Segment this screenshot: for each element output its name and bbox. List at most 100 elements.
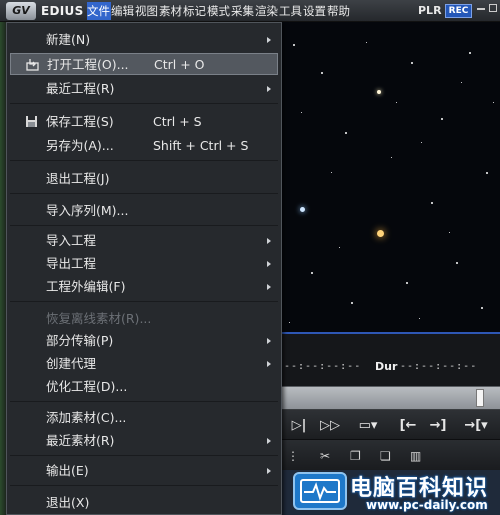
menu-item-save-as[interactable]: 另存为(A)... Shift + Ctrl + S: [10, 135, 278, 157]
rec-badge[interactable]: REC: [445, 4, 472, 18]
open-project-icon: [26, 59, 39, 71]
plr-label[interactable]: PLR: [418, 4, 442, 17]
menu-tools[interactable]: 工具: [279, 2, 303, 20]
menu-item-recent-projects[interactable]: 最近工程(R): [10, 78, 278, 100]
menu-view[interactable]: 视图: [135, 2, 159, 20]
star: [377, 230, 384, 237]
cut-icon[interactable]: ✂: [320, 449, 330, 463]
menu-item-partial-transfer[interactable]: 部分传输(P): [10, 330, 278, 352]
play-icon[interactable]: ▷|: [287, 415, 311, 437]
star: [449, 232, 450, 233]
menu-clip[interactable]: 素材: [159, 2, 183, 20]
menu-item-import-project[interactable]: 导入工程: [10, 230, 278, 252]
player-preview: [281, 22, 500, 334]
star: [431, 202, 433, 204]
submenu-arrow-icon: [267, 261, 271, 267]
menu-item-export[interactable]: 输出(E): [10, 460, 278, 482]
menu-item-label: 恢复离线素材(R)...: [46, 311, 152, 326]
star: [461, 82, 462, 83]
duration-label: Dur: [375, 360, 398, 373]
set-out-icon[interactable]: →]: [425, 415, 451, 437]
scrub-handle[interactable]: [476, 389, 484, 407]
tool-icon[interactable]: ▥: [410, 449, 421, 463]
scrub-bar[interactable]: [281, 386, 500, 410]
menu-item-label: 打开工程(O)...: [47, 57, 129, 72]
star: [339, 247, 340, 248]
star: [351, 302, 353, 304]
menu-item-label: 输出(E): [46, 463, 89, 478]
toolbar-grip-icon[interactable]: ⋮: [287, 449, 299, 463]
copy-icon[interactable]: ❐: [350, 449, 361, 463]
minimize-icon[interactable]: [477, 8, 485, 10]
menu-item-add-clip[interactable]: 添加素材(C)...: [10, 407, 278, 429]
menu-help[interactable]: 帮助: [327, 2, 351, 20]
menu-item-save-project[interactable]: 保存工程(S) Ctrl + S: [10, 111, 278, 133]
menu-item-label: 退出(X): [46, 495, 90, 510]
menu-item-label: 最近素材(R): [46, 433, 115, 448]
star: [366, 42, 367, 43]
star: [406, 282, 408, 284]
menu-edit[interactable]: 编辑: [111, 2, 135, 20]
menu-item-shortcut: Ctrl + O: [154, 57, 205, 72]
menu-item-open-project[interactable]: 打开工程(O)... Ctrl + O: [10, 53, 278, 75]
menu-item-create-proxy[interactable]: 创建代理: [10, 353, 278, 375]
star: [421, 142, 422, 143]
submenu-arrow-icon: [267, 284, 271, 290]
menu-separator: [10, 193, 278, 194]
insert-mode-icon[interactable]: →[▾: [456, 415, 496, 437]
menu-item-shortcut: Shift + Ctrl + S: [153, 138, 249, 153]
menu-item-label: 退出工程(J): [46, 171, 110, 186]
star: [377, 90, 381, 94]
menu-item-shortcut: Ctrl + S: [153, 114, 202, 129]
menu-item-label: 最近工程(R): [46, 81, 115, 96]
menu-file[interactable]: 文件: [86, 1, 111, 20]
menu-render[interactable]: 渲染: [255, 2, 279, 20]
title-bar: GV EDIUS 文件 编辑 视图 素材 标记 模式 采集 渲染 工具 设置 帮…: [0, 0, 500, 22]
menu-marker[interactable]: 标记: [183, 2, 207, 20]
menu-item-recent-clips[interactable]: 最近素材(R): [10, 430, 278, 452]
menu-capture[interactable]: 采集: [231, 2, 255, 20]
submenu-arrow-icon: [267, 438, 271, 444]
submenu-arrow-icon: [267, 338, 271, 344]
menu-item-export-project[interactable]: 导出工程: [10, 253, 278, 275]
menu-settings[interactable]: 设置: [303, 2, 327, 20]
menu-item-external-edit[interactable]: 工程外编辑(F): [10, 276, 278, 298]
star: [486, 172, 488, 174]
paste-icon[interactable]: ❏: [380, 449, 391, 463]
menu-mode[interactable]: 模式: [207, 2, 231, 20]
menu-item-label: 添加素材(C)...: [46, 410, 127, 425]
menu-item-restore-offline-clip[interactable]: 恢复离线素材(R)...: [10, 308, 278, 330]
menu-item-optimize-project[interactable]: 优化工程(D)...: [10, 376, 278, 398]
menu-item-label: 导入序列(M)...: [46, 203, 129, 218]
floppy-disk-icon: [26, 116, 37, 127]
set-in-icon[interactable]: [←: [396, 415, 420, 437]
star: [289, 322, 290, 323]
star: [293, 44, 295, 46]
star: [411, 62, 413, 64]
submenu-arrow-icon: [267, 86, 271, 92]
timecode-duration: --:--:--:--: [400, 361, 478, 372]
menu-separator: [10, 103, 278, 104]
star: [469, 52, 471, 54]
maximize-icon[interactable]: [489, 4, 497, 12]
menu-item-label: 另存为(A)...: [46, 138, 114, 153]
output-menu-icon[interactable]: ▭▾: [350, 415, 386, 437]
submenu-arrow-icon: [267, 37, 271, 43]
menu-separator: [10, 455, 278, 456]
watermark-logo: [293, 472, 347, 510]
menu-item-import-sequence[interactable]: 导入序列(M)...: [10, 200, 278, 222]
star: [311, 272, 313, 274]
menu-item-label: 创建代理: [46, 356, 97, 371]
submenu-arrow-icon: [267, 238, 271, 244]
menu-separator: [10, 225, 278, 226]
fast-forward-icon[interactable]: ▷▷: [315, 415, 345, 437]
menu-item-exit[interactable]: 退出(X): [10, 492, 278, 514]
watermark-url: www.pc-daily.com: [366, 498, 488, 512]
star: [456, 262, 458, 264]
star: [301, 112, 302, 113]
menu-item-new[interactable]: 新建(N): [10, 29, 278, 51]
star: [441, 118, 443, 120]
star: [396, 102, 397, 103]
menu-item-close-project[interactable]: 退出工程(J): [10, 168, 278, 190]
app-logo: GV: [6, 1, 36, 20]
